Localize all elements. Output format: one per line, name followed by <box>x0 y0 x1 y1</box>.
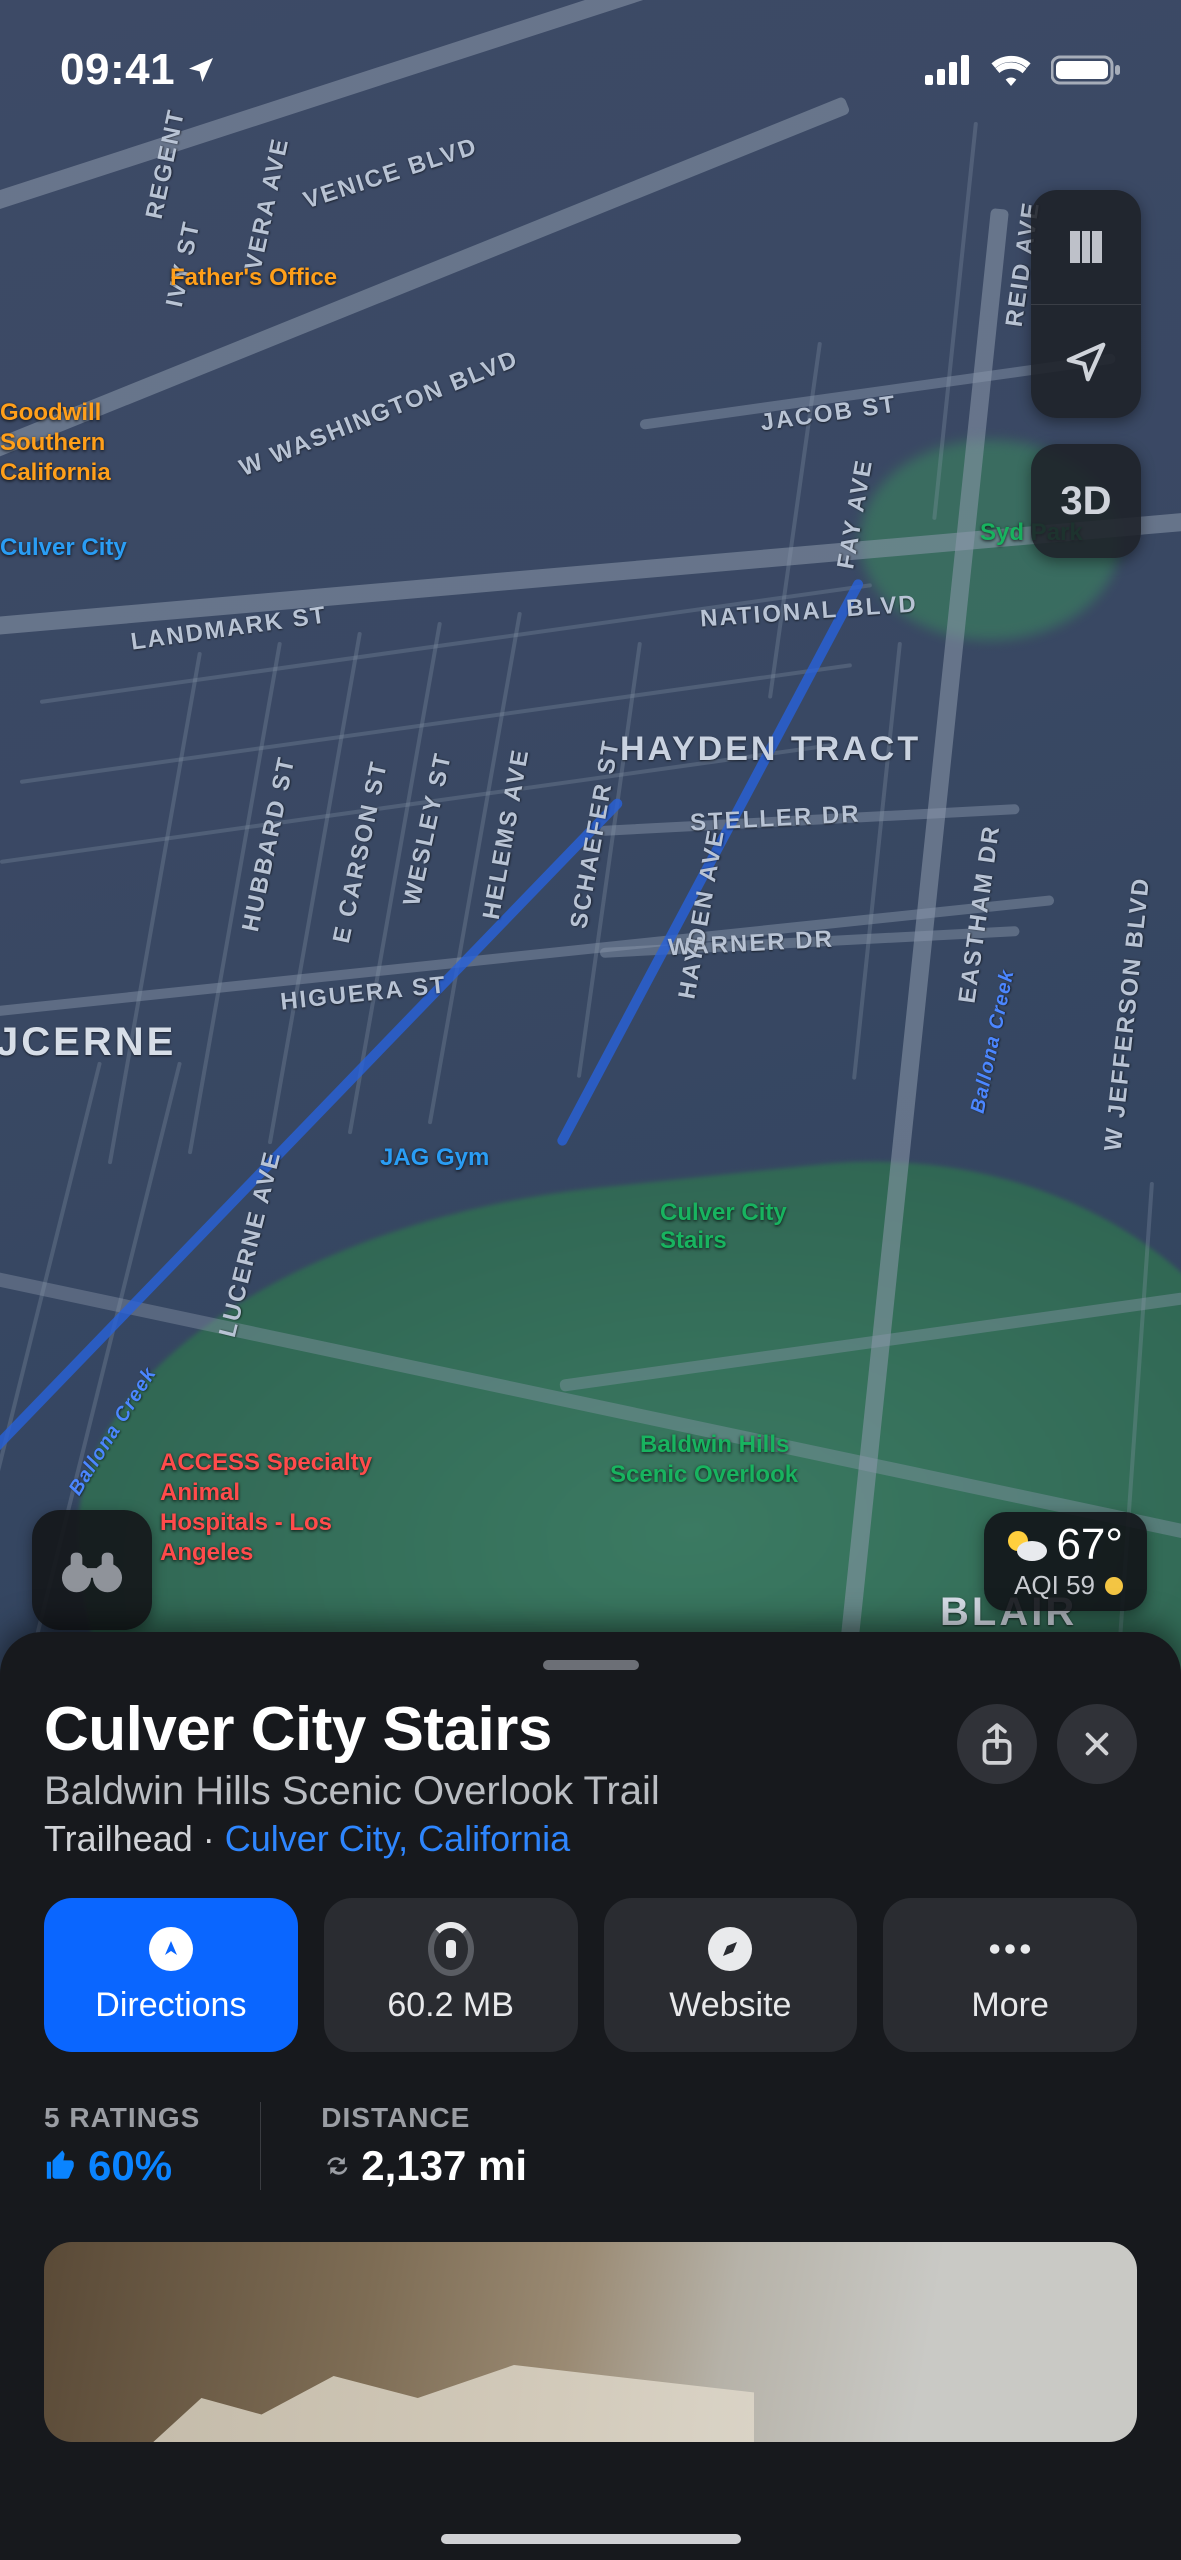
place-title: Culver City Stairs <box>44 1694 957 1765</box>
battery-icon <box>1051 54 1121 86</box>
thumbs-up-icon <box>44 2149 78 2183</box>
poi-hosp3[interactable]: Hospitals - Los <box>160 1510 332 1536</box>
ratings-label: 5 RATINGS <box>44 2102 200 2134</box>
place-subtitle: Baldwin Hills Scenic Overlook Trail <box>44 1769 957 1814</box>
map-label-washington: W WASHINGTON BLVD <box>236 345 523 483</box>
map-layers-icon <box>1062 223 1110 271</box>
map-label-wesley: WESLEY ST <box>398 750 458 909</box>
poi-hosp4[interactable]: Angeles <box>160 1540 253 1566</box>
photo-strip[interactable] <box>44 2242 1137 2442</box>
look-around-button[interactable] <box>32 1510 152 1630</box>
download-progress-icon <box>428 1922 474 1976</box>
poi-goodwill2[interactable]: Southern <box>0 430 105 456</box>
map-label-hubbard: HUBBARD ST <box>237 754 302 935</box>
aqi-indicator-dot <box>1105 1577 1123 1595</box>
weather-widget[interactable]: 67° AQI 59 <box>984 1512 1147 1611</box>
poi-culvercity[interactable]: Culver City <box>0 535 127 561</box>
map-mode-button[interactable] <box>1031 190 1141 304</box>
poi-hosp1[interactable]: ACCESS Specialty <box>160 1450 372 1476</box>
more-button[interactable]: More <box>883 1898 1137 2052</box>
map-label-lucerne2: JCERNE <box>0 1020 176 1065</box>
home-indicator[interactable] <box>441 2534 741 2544</box>
location-arrow-icon <box>1063 339 1109 385</box>
locate-me-button[interactable] <box>1031 304 1141 418</box>
close-icon <box>1081 1728 1113 1760</box>
poi-goodwill3[interactable]: California <box>0 460 111 486</box>
weather-partly-cloudy-icon <box>1004 1527 1048 1563</box>
poi-overlook2[interactable]: Scenic Overlook <box>610 1462 798 1488</box>
website-label: Website <box>669 1986 791 2025</box>
download-size-label: 60.2 MB <box>387 1986 514 2025</box>
map-label-vera: VERA AVE <box>240 135 295 273</box>
poi-jag[interactable]: JAG Gym <box>380 1145 489 1171</box>
compass-icon <box>707 1926 753 1972</box>
distance-value: 2,137 mi <box>361 2142 527 2190</box>
share-icon <box>978 1722 1016 1766</box>
poi-hosp2[interactable]: Animal <box>160 1480 240 1506</box>
place-category: Trailhead <box>44 1818 193 1859</box>
ratings-value: 60% <box>88 2142 172 2190</box>
distance-label: DISTANCE <box>321 2102 527 2134</box>
directions-button[interactable]: Directions <box>44 1898 298 2052</box>
ellipsis-icon <box>987 1942 1033 1956</box>
location-services-icon <box>185 54 217 86</box>
weather-aqi: AQI 59 <box>1014 1570 1095 1601</box>
status-time: 09:41 <box>60 45 175 95</box>
status-bar: 09:41 <box>0 0 1181 140</box>
cellular-icon <box>925 55 971 85</box>
3d-toggle-button[interactable]: 3D <box>1031 444 1141 558</box>
place-card-sheet[interactable]: Culver City Stairs Baldwin Hills Scenic … <box>0 1632 1181 2560</box>
more-label: More <box>971 1986 1048 2025</box>
weather-temp: 67° <box>1056 1520 1123 1570</box>
status-right <box>925 54 1121 86</box>
map-label-hayden: HAYDEN TRACT <box>620 730 921 769</box>
map-label-national: NATIONAL BLVD <box>699 590 918 633</box>
map-label-jefferson: W JEFFERSON BLVD <box>1099 876 1156 1153</box>
binoculars-icon <box>61 1545 123 1595</box>
download-button[interactable]: 60.2 MB <box>324 1898 578 2052</box>
route-icon <box>315 2145 357 2187</box>
place-location-link[interactable]: Culver City, California <box>225 1818 570 1859</box>
poi-goodwill1[interactable]: Goodwill <box>0 400 101 426</box>
directions-label: Directions <box>95 1986 246 2025</box>
map-label-venice: VENICE BLVD <box>300 133 481 216</box>
directions-icon <box>148 1926 194 1972</box>
website-button[interactable]: Website <box>604 1898 858 2052</box>
wifi-icon <box>989 54 1033 86</box>
share-button[interactable] <box>957 1704 1037 1784</box>
close-button[interactable] <box>1057 1704 1137 1784</box>
poi-fathers[interactable]: Father's Office <box>170 265 337 291</box>
poi-overlook1[interactable]: Baldwin Hills <box>640 1432 789 1458</box>
poi-stairs1[interactable]: Culver City <box>660 1200 787 1226</box>
sheet-grabber[interactable] <box>543 1660 639 1670</box>
poi-stairs2[interactable]: Stairs <box>660 1228 727 1254</box>
map-label-carson: E CARSON ST <box>328 758 394 946</box>
